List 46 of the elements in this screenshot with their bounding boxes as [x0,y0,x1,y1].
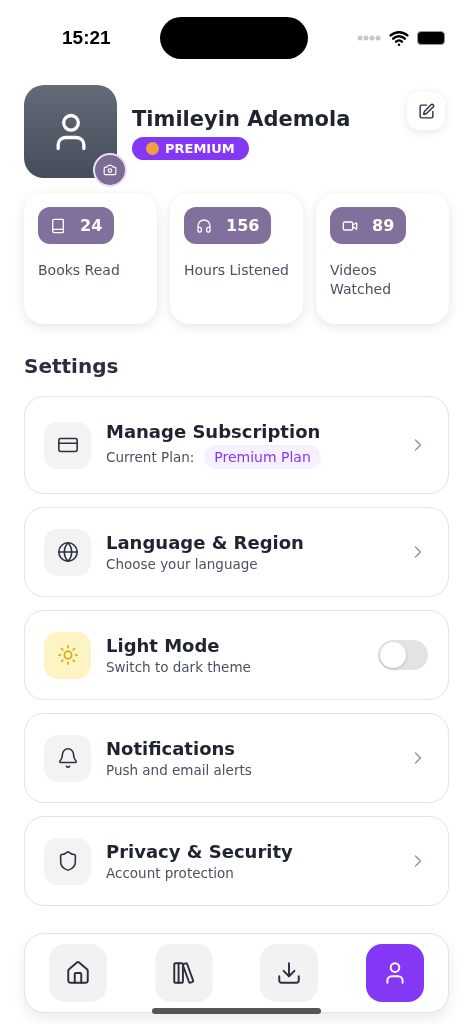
row-title: Manage Subscription [106,421,322,442]
tab-button[interactable] [154,944,213,1002]
row-title: Privacy & Security [106,841,294,862]
stat-value: 156 [226,216,260,235]
profile-name: Timileyin Ademola [132,107,351,131]
tab-button[interactable] [49,944,107,1002]
coin-icon [146,142,159,155]
row-title: Language & Region [106,532,305,553]
sun-icon [56,644,79,666]
tab-button[interactable] [260,944,319,1002]
stat-value: 89 [372,216,395,235]
stat-label: Books Read [38,261,121,280]
stat-label: Videos Watched [330,261,393,299]
settings-row[interactable]: Privacy & Security Account protection [24,816,449,906]
download-icon [276,960,303,986]
stat-value: 24 [80,216,103,235]
row-title: Light Mode [106,635,221,656]
plan-tag: Premium Plan [204,445,321,469]
premium-badge: PREMIUM [132,137,249,160]
row-subtitle: Push and email alerts [106,762,253,778]
wifi-icon [389,28,409,48]
book-icon [50,217,66,234]
stat-label: Hours Listened [184,261,289,280]
settings-row[interactable]: Language & Region Choose your language [24,507,449,597]
row-subtitle: Account protection [106,865,235,881]
row-subtitle: Choose your language [106,556,259,572]
theme-toggle[interactable] [378,640,428,670]
camera-button[interactable] [93,153,127,187]
headphones-icon [196,217,212,234]
bell-icon [56,747,79,769]
section-heading: Settings [23,353,120,380]
globe-icon [56,541,79,563]
edit-icon [417,102,435,120]
settings-row[interactable]: Notifications Push and email alerts [24,713,449,803]
signal-icon [357,35,381,41]
edit-button[interactable] [407,92,445,130]
row-subtitle: Current Plan: [106,449,195,465]
settings-row[interactable]: Light Mode Switch to dark theme [24,610,449,700]
home-icon [65,960,91,986]
status-time: 15:21 [62,27,111,49]
settings-row[interactable]: Manage Subscription Current Plan: Premium Plan [24,396,449,494]
camera-icon [103,163,117,177]
battery-icon [417,31,445,45]
row-subtitle: Switch to dark theme [106,659,252,675]
row-title: Notifications [106,738,237,759]
library-icon [170,960,197,986]
